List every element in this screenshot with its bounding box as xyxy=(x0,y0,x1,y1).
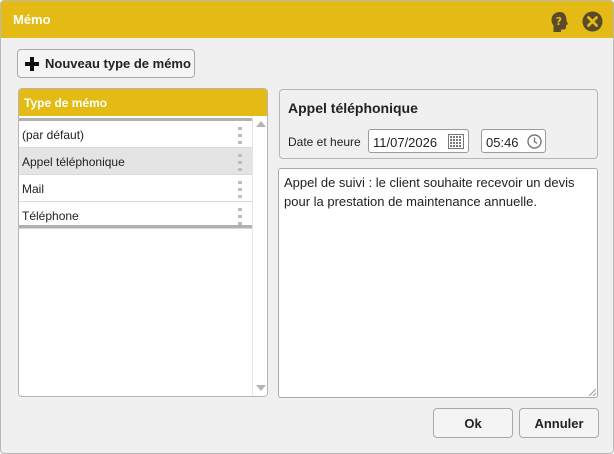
drag-handle-icon[interactable] xyxy=(238,181,242,198)
memo-type-list: (par défaut) Appel téléphonique Mail Tél… xyxy=(19,116,252,396)
new-memo-type-label: Nouveau type de mémo xyxy=(45,56,191,71)
clock-icon[interactable] xyxy=(527,134,542,149)
list-item-appel-telephonique[interactable]: Appel téléphonique xyxy=(19,148,252,175)
drag-handle-icon[interactable] xyxy=(238,127,242,144)
dialog-title: Mémo xyxy=(13,12,51,27)
date-value: 11/07/2026 xyxy=(373,135,438,150)
ok-button[interactable]: Ok xyxy=(433,408,513,438)
list-item-label: Téléphone xyxy=(22,209,79,223)
list-item-label: (par défaut) xyxy=(22,128,85,142)
datetime-label: Date et heure xyxy=(288,135,361,149)
memo-detail-title: Appel téléphonique xyxy=(288,100,418,116)
scroll-up-icon[interactable] xyxy=(256,121,266,127)
titlebar: Mémo ? xyxy=(1,1,613,38)
list-item-label: Appel téléphonique xyxy=(22,155,125,169)
memo-type-list-header: Type de mémo xyxy=(19,89,267,116)
memo-type-list-panel: Type de mémo (par défaut) Appel téléphon… xyxy=(18,88,268,397)
new-memo-type-button[interactable]: Nouveau type de mémo xyxy=(17,49,195,78)
drag-handle-icon[interactable] xyxy=(238,154,242,171)
svg-text:?: ? xyxy=(556,15,562,28)
close-icon[interactable] xyxy=(582,11,603,32)
memo-text-area[interactable]: Appel de suivi : le client souhaite rece… xyxy=(278,168,598,398)
list-item-par-defaut[interactable]: (par défaut) xyxy=(19,121,252,148)
help-icon[interactable]: ? xyxy=(550,11,570,33)
list-item-mail[interactable]: Mail xyxy=(19,175,252,202)
time-value: 05:46 xyxy=(486,135,519,150)
list-item-label: Mail xyxy=(22,182,45,196)
resize-grip-icon[interactable] xyxy=(589,389,596,396)
scroll-down-icon[interactable] xyxy=(256,385,266,391)
list-bottom-divider xyxy=(19,225,252,228)
memo-detail-panel: Appel téléphonique Date et heure 11/07/2… xyxy=(279,89,598,159)
time-field[interactable]: 05:46 xyxy=(481,129,546,153)
plus-icon xyxy=(25,56,39,71)
calendar-icon[interactable] xyxy=(448,134,464,149)
memo-dialog: Mémo ? Nouveau type de mémo Type de mémo… xyxy=(0,0,614,454)
list-scrollbar[interactable] xyxy=(252,116,267,396)
date-field[interactable]: 11/07/2026 xyxy=(368,129,469,153)
drag-handle-icon[interactable] xyxy=(238,208,242,225)
cancel-button[interactable]: Annuler xyxy=(519,408,599,438)
